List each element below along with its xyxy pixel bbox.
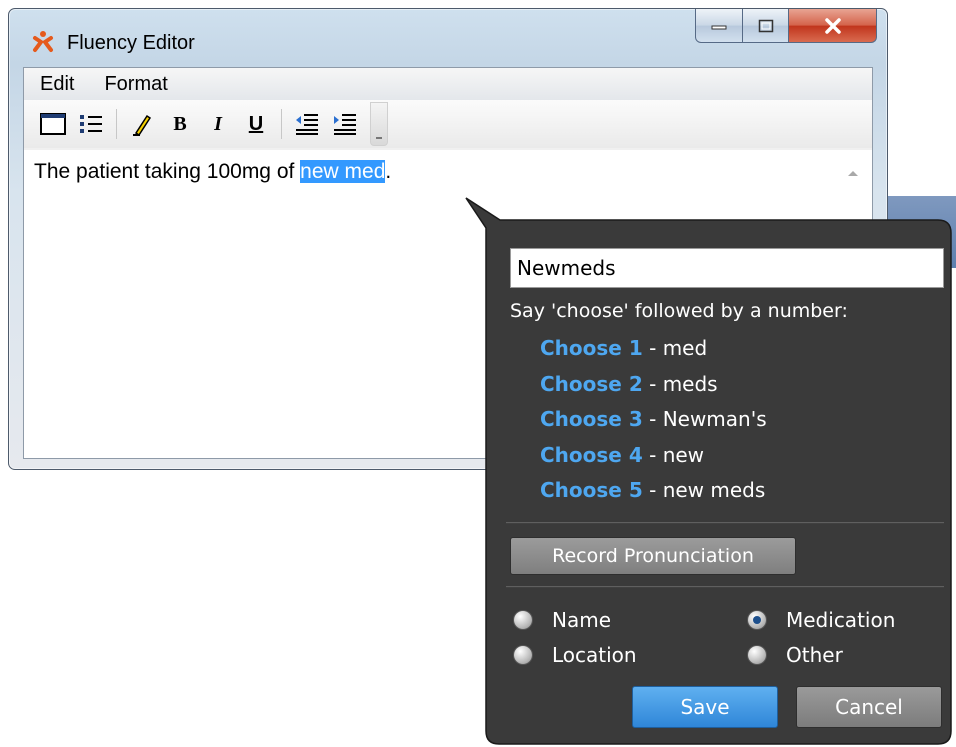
popup-divider — [506, 586, 944, 588]
radio-label: Name — [552, 608, 612, 632]
choice-item-5[interactable]: Choose 5 - new meds — [540, 478, 767, 514]
choose-instruction: Say 'choose' followed by a number: — [510, 300, 848, 322]
choice-dash: - — [642, 407, 663, 432]
choice-word: Newman's — [662, 407, 767, 432]
choice-dash: - — [642, 371, 663, 396]
radio-medication[interactable]: Medication — [748, 608, 895, 632]
radio-label: Other — [786, 643, 843, 667]
choice-command: Choose 2 — [540, 371, 643, 396]
choice-item-2[interactable]: Choose 2 - meds — [540, 372, 767, 408]
choice-dash: - — [642, 336, 663, 360]
radio-button[interactable] — [748, 646, 766, 664]
radio-other[interactable]: Other — [748, 643, 843, 667]
choice-word: new meds — [662, 478, 766, 503]
record-pronunciation-button[interactable]: Record Pronunciation — [510, 537, 796, 575]
radio-label: Location — [552, 643, 637, 667]
choice-command: Choose 4 — [540, 442, 643, 467]
choice-item-4[interactable]: Choose 4 - new — [540, 443, 767, 479]
choice-item-1[interactable]: Choose 1 - med — [540, 336, 767, 372]
radio-button[interactable] — [514, 646, 532, 664]
cancel-button[interactable]: Cancel — [796, 686, 942, 728]
save-button[interactable]: Save — [632, 686, 778, 728]
radio-button[interactable] — [514, 611, 532, 629]
correction-popup: Say 'choose' followed by a number: Choos… — [492, 222, 951, 744]
choice-word: new — [662, 442, 705, 467]
radio-location[interactable]: Location — [514, 643, 637, 667]
choice-word: meds — [662, 371, 718, 396]
choice-item-3[interactable]: Choose 3 - Newman's — [540, 407, 767, 443]
choice-list: Choose 1 - med Choose 2 - meds Choose 3 … — [540, 336, 767, 514]
choice-command: Choose 3 — [540, 407, 643, 432]
popup-divider — [506, 522, 944, 524]
correction-word-input[interactable] — [510, 248, 944, 288]
choice-dash: - — [642, 478, 663, 503]
choice-dash: - — [642, 442, 663, 467]
radio-label: Medication — [786, 608, 896, 632]
choice-word: med — [662, 336, 708, 360]
choice-command: Choose 1 — [540, 336, 643, 360]
radio-button-checked[interactable] — [748, 611, 766, 629]
choice-command: Choose 5 — [540, 478, 643, 503]
radio-name[interactable]: Name — [514, 608, 611, 632]
